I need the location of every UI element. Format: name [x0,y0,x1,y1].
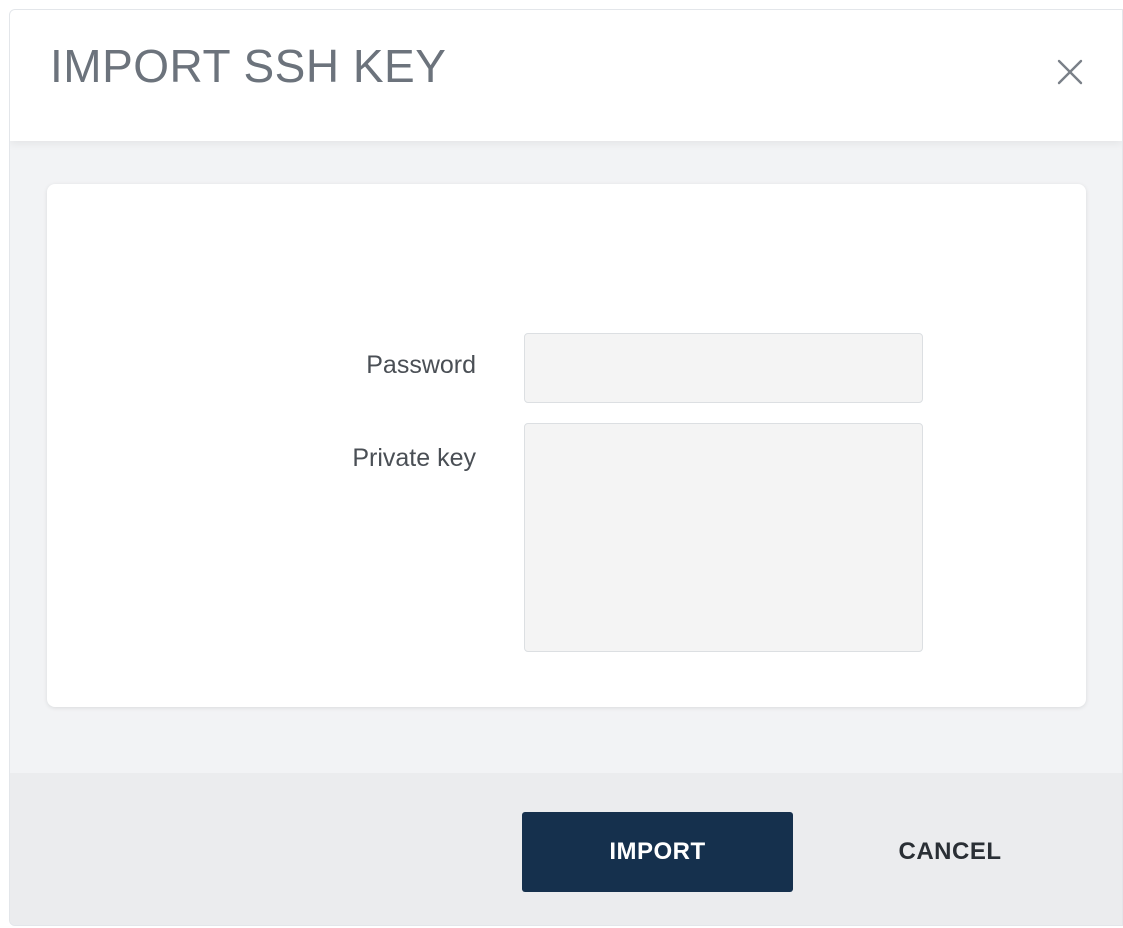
cancel-button[interactable]: CANCEL [855,812,1045,892]
dialog-header: IMPORT SSH KEY [10,10,1122,141]
import-button[interactable]: IMPORT [522,812,793,892]
dialog-body: Password Private key [10,141,1122,773]
import-ssh-key-dialog: IMPORT SSH KEY Password Private key IMPO… [9,9,1123,926]
dialog-title: IMPORT SSH KEY [50,40,447,92]
password-label: Password [366,351,476,379]
form-card: Password Private key [47,184,1086,707]
private-key-textarea[interactable] [524,423,923,652]
password-input[interactable] [524,333,923,403]
close-button[interactable] [1050,52,1090,92]
close-icon [1057,59,1083,85]
private-key-label: Private key [352,444,476,472]
dialog-footer: IMPORT CANCEL [10,773,1122,925]
